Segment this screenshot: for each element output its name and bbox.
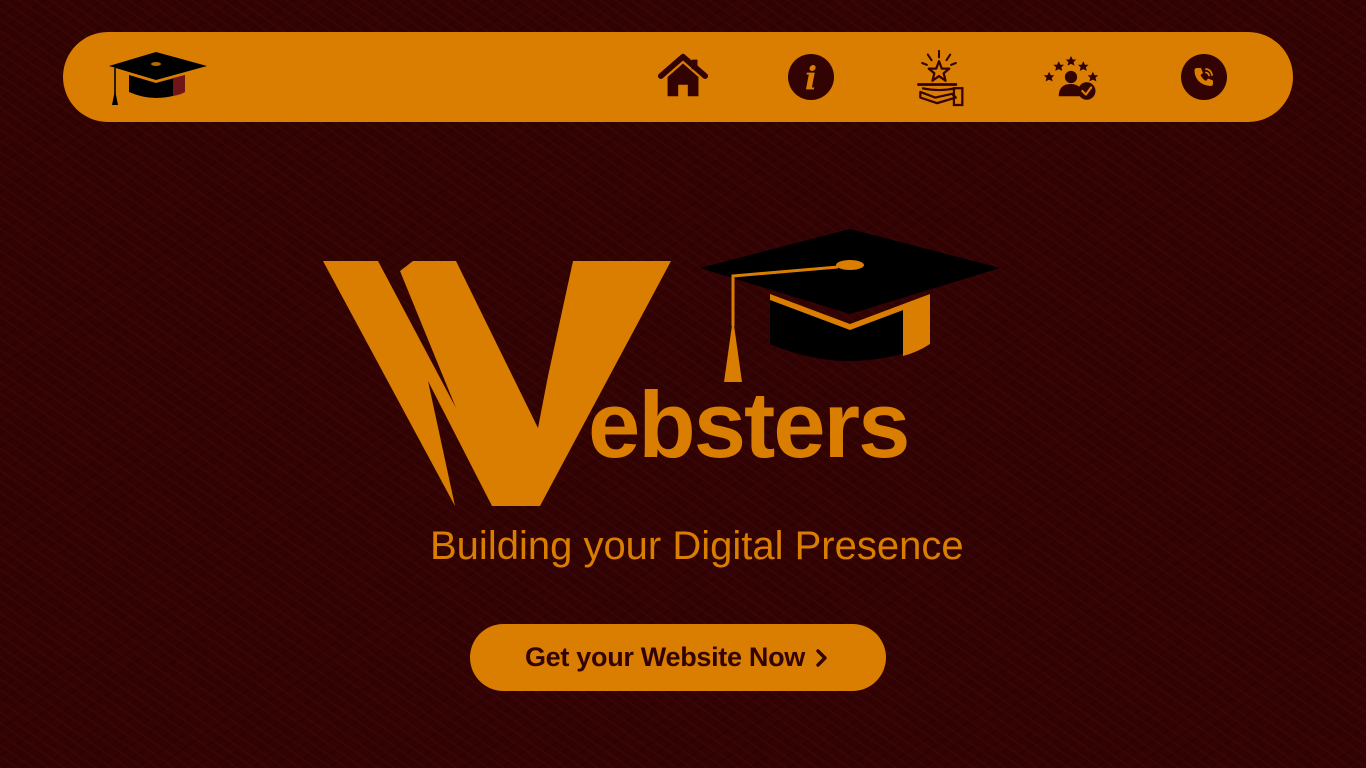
cta-label: Get your Website Now [524, 642, 806, 672]
nav-reviews-button[interactable] [1043, 49, 1099, 105]
get-website-button[interactable]: Get your Website Now [470, 624, 886, 691]
info-icon: i [788, 54, 834, 100]
phone-icon [1181, 54, 1227, 100]
hero-tagline: Building your Digital Presence [430, 524, 964, 568]
star-service-icon [917, 49, 964, 107]
reviews-icon [1043, 56, 1099, 100]
info-glyph: i [804, 59, 818, 97]
nav-logo-graduation-cap-icon[interactable] [103, 50, 209, 108]
nav-services-button[interactable] [911, 49, 967, 107]
brand-wordmark: ebsters [588, 372, 910, 477]
chevron-right-icon [816, 648, 827, 667]
nav-about-button[interactable]: i [783, 49, 839, 105]
graduation-cap-icon [700, 229, 1000, 382]
nav-contact-button[interactable] [1176, 49, 1232, 105]
top-navbar: i [63, 32, 1293, 122]
home-icon [657, 53, 709, 97]
nav-home-button[interactable] [655, 49, 711, 105]
